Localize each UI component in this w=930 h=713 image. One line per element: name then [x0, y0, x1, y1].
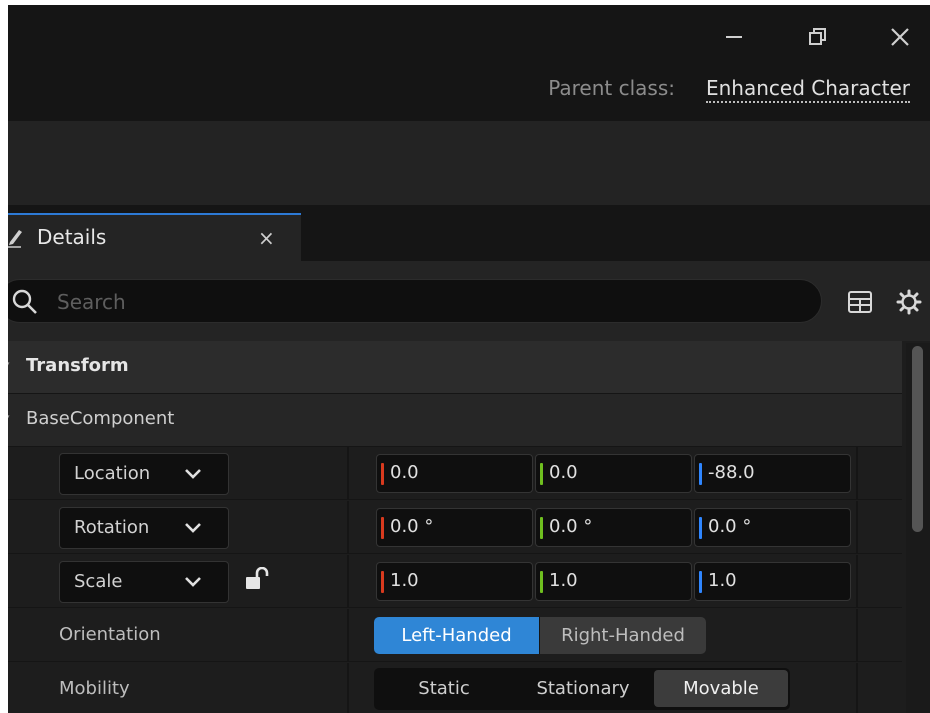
- property-row-location: Location 0.0 0.0 -88.0: [8, 447, 902, 500]
- chevron-down-icon: [184, 574, 202, 593]
- property-label: Mobility: [59, 678, 130, 699]
- section-title: Transform: [26, 355, 129, 376]
- property-name-column: Mobility: [8, 663, 349, 713]
- orientation-toggle: Left-Handed Right-Handed: [374, 617, 706, 654]
- toolbar-area: [8, 121, 930, 205]
- property-name-column: Orientation: [8, 609, 349, 661]
- edit-icon: [8, 228, 24, 252]
- axis-y-marker: [540, 463, 543, 485]
- search-input[interactable]: [55, 288, 659, 316]
- orientation-left-handed-option[interactable]: Left-Handed: [374, 617, 539, 654]
- chevron-down-icon: [184, 520, 202, 539]
- search-box: [8, 279, 822, 323]
- location-z-field[interactable]: -88.0: [694, 454, 851, 493]
- scale-y-field[interactable]: 1.0: [535, 562, 692, 601]
- minimize-button[interactable]: [714, 19, 754, 59]
- scale-mode-dropdown[interactable]: Scale: [59, 561, 229, 603]
- axis-y-marker: [540, 517, 543, 539]
- column-divider: [856, 447, 858, 499]
- close-window-button[interactable]: [880, 19, 920, 59]
- section-transform[interactable]: ▾ Transform: [8, 341, 902, 394]
- table-view-icon: [848, 291, 872, 317]
- mobility-movable-option[interactable]: Movable: [654, 670, 788, 707]
- location-x-field[interactable]: 0.0: [376, 454, 533, 493]
- property-name-column: Location: [8, 447, 349, 499]
- orientation-right-handed-option[interactable]: Right-Handed: [539, 617, 706, 654]
- unlock-icon: [245, 566, 271, 595]
- field-value: 0.0 °: [549, 516, 593, 537]
- axis-z-marker: [699, 517, 702, 539]
- axis-x-marker: [381, 517, 384, 539]
- restore-icon: [807, 26, 829, 52]
- details-window: Parent class: Enhanced Character Details…: [8, 5, 930, 713]
- collapse-caret-icon: ▾: [8, 411, 10, 424]
- section-title: BaseComponent: [26, 408, 175, 429]
- search-row: [8, 261, 930, 341]
- mobility-selector: Static Stationary Movable: [374, 668, 790, 710]
- title-bar: Parent class: Enhanced Character: [8, 5, 930, 121]
- axis-x-marker: [381, 571, 384, 593]
- scale-lock-toggle[interactable]: [245, 566, 271, 595]
- collapse-caret-icon: ▾: [8, 358, 10, 371]
- property-name-column: Scale: [8, 555, 349, 607]
- mobility-stationary-option[interactable]: Stationary: [512, 670, 654, 707]
- section-base-component[interactable]: ▾ BaseComponent: [8, 394, 902, 447]
- property-label: Orientation: [59, 624, 161, 645]
- column-divider: [856, 555, 858, 607]
- location-y-field[interactable]: 0.0: [535, 454, 692, 493]
- property-row-orientation: Orientation Left-Handed Right-Handed: [8, 609, 902, 662]
- mobility-static-option[interactable]: Static: [376, 670, 512, 707]
- chevron-down-icon: [184, 466, 202, 485]
- table-view-button[interactable]: [848, 291, 872, 317]
- axis-x-marker: [381, 463, 384, 485]
- tab-details[interactable]: Details ×: [8, 213, 301, 261]
- restore-button[interactable]: [798, 19, 838, 59]
- field-value: 1.0: [390, 570, 419, 591]
- scale-x-field[interactable]: 1.0: [376, 562, 533, 601]
- field-value: 1.0: [708, 570, 737, 591]
- close-icon: [888, 25, 912, 53]
- column-divider: [856, 663, 858, 713]
- minimize-icon: [723, 26, 745, 52]
- field-value: 0.0 °: [708, 516, 752, 537]
- axis-z-marker: [699, 463, 702, 485]
- tab-title: Details: [37, 225, 107, 249]
- field-value: 0.0: [549, 462, 578, 483]
- property-row-mobility: Mobility Static Stationary Movable: [8, 663, 902, 713]
- details-panel: ▾ Transform ▾ BaseComponent Location 0.0…: [8, 341, 930, 713]
- axis-y-marker: [540, 571, 543, 593]
- location-mode-dropdown[interactable]: Location: [59, 453, 229, 495]
- field-value: 1.0: [549, 570, 578, 591]
- property-row-scale: Scale 1.0 1.0 1.0: [8, 555, 902, 608]
- column-divider: [856, 501, 858, 553]
- parent-class-link[interactable]: Enhanced Character: [705, 76, 910, 103]
- tab-strip: Details ×: [8, 205, 930, 261]
- settings-gear-icon: [896, 289, 922, 319]
- dropdown-label: Location: [74, 463, 151, 484]
- parent-class-label: Parent class:: [548, 76, 675, 100]
- search-icon: [11, 288, 39, 320]
- axis-z-marker: [699, 571, 702, 593]
- field-value: 0.0: [390, 462, 419, 483]
- rotation-x-field[interactable]: 0.0 °: [376, 508, 533, 547]
- rotation-z-field[interactable]: 0.0 °: [694, 508, 851, 547]
- scrollbar-thumb[interactable]: [912, 346, 923, 532]
- tab-close-button[interactable]: ×: [258, 226, 275, 250]
- settings-button[interactable]: [896, 289, 922, 319]
- rotation-y-field[interactable]: 0.0 °: [535, 508, 692, 547]
- rotation-mode-dropdown[interactable]: Rotation: [59, 507, 229, 549]
- dropdown-label: Rotation: [74, 517, 150, 538]
- dropdown-label: Scale: [74, 571, 123, 592]
- column-divider: [856, 609, 858, 661]
- property-row-rotation: Rotation 0.0 ° 0.0 ° 0.0 °: [8, 501, 902, 554]
- field-value: -88.0: [708, 462, 755, 483]
- property-name-column: Rotation: [8, 501, 349, 553]
- field-value: 0.0 °: [390, 516, 434, 537]
- scale-z-field[interactable]: 1.0: [694, 562, 851, 601]
